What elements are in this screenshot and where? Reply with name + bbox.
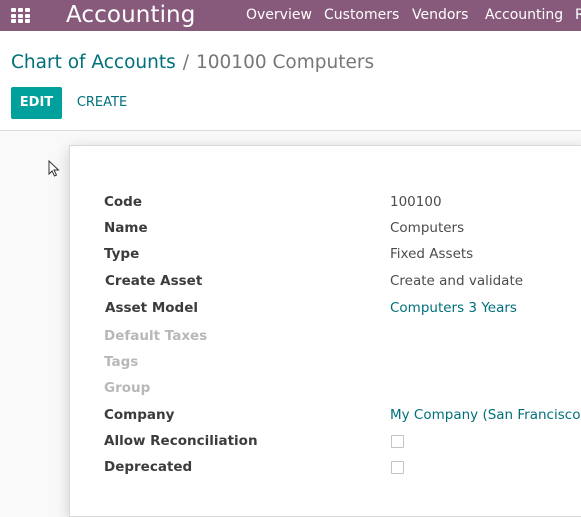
- control-panel: Chart of Accounts/100100 Computers EDIT …: [0, 31, 581, 131]
- field-row-type: Type Fixed Assets: [70, 244, 581, 264]
- field-row-create-asset: Create Asset Create and validate: [70, 271, 581, 291]
- breadcrumb-chart-of-accounts-link[interactable]: Chart of Accounts: [11, 52, 176, 73]
- menu-item-vendors[interactable]: Vendors: [412, 7, 468, 24]
- company-link[interactable]: My Company (San Francisco): [390, 405, 581, 425]
- menu-item-customers[interactable]: Customers: [324, 7, 399, 24]
- default-taxes-label: Default Taxes: [104, 328, 208, 344]
- mouse-pointer-icon: [48, 160, 60, 177]
- app-title: Accounting: [66, 2, 196, 28]
- allow-reconciliation-label: Allow Reconciliation: [104, 433, 258, 449]
- breadcrumb-current-record: 100100 Computers: [196, 52, 375, 73]
- field-row-default-taxes: Default Taxes: [70, 326, 581, 346]
- deprecated-label: Deprecated: [104, 459, 193, 475]
- create-button[interactable]: CREATE: [68, 87, 136, 119]
- breadcrumb: Chart of Accounts / 100100 Computers: [11, 51, 374, 75]
- name-label: Name: [104, 220, 148, 236]
- field-row-code: Code 100100: [70, 192, 581, 212]
- field-row-asset-model: Asset Model Computers 3 Years: [70, 298, 581, 318]
- allow-reconciliation-checkbox[interactable]: [391, 435, 404, 448]
- code-label: Code: [104, 194, 143, 210]
- menu-item-accounting[interactable]: Accounting: [485, 7, 563, 24]
- field-row-group: Group: [70, 378, 581, 398]
- company-label: Company: [104, 407, 175, 423]
- field-row-company: Company My Company (San Francisco): [70, 405, 581, 425]
- type-value: Fixed Assets: [390, 246, 474, 262]
- menu-item-reporting[interactable]: R: [575, 7, 581, 24]
- asset-model-label: Asset Model: [105, 300, 198, 316]
- code-value: 100100: [390, 194, 442, 210]
- create-asset-value: Create and validate: [390, 273, 524, 289]
- create-asset-label: Create Asset: [105, 273, 203, 289]
- field-row-name: Name Computers: [70, 218, 581, 238]
- type-label: Type: [104, 246, 140, 262]
- menu-item-overview[interactable]: Overview: [246, 7, 312, 24]
- tags-label: Tags: [104, 354, 139, 370]
- form-sheet: Code 100100 Name Computers Type Fixed As…: [69, 145, 581, 517]
- top-navbar: Accounting Overview Customers Vendors Ac…: [0, 0, 581, 31]
- field-row-allow-reconciliation: Allow Reconciliation: [70, 431, 581, 451]
- name-value: Computers: [390, 220, 465, 236]
- breadcrumb-separator: /: [182, 52, 189, 73]
- field-row-tags: Tags: [70, 352, 581, 372]
- asset-model-link[interactable]: Computers 3 Years: [390, 298, 517, 318]
- field-row-deprecated: Deprecated: [70, 457, 581, 477]
- edit-button[interactable]: EDIT: [11, 87, 62, 119]
- deprecated-checkbox[interactable]: [391, 461, 404, 474]
- group-label: Group: [104, 380, 151, 396]
- apps-grid-icon[interactable]: [11, 8, 30, 23]
